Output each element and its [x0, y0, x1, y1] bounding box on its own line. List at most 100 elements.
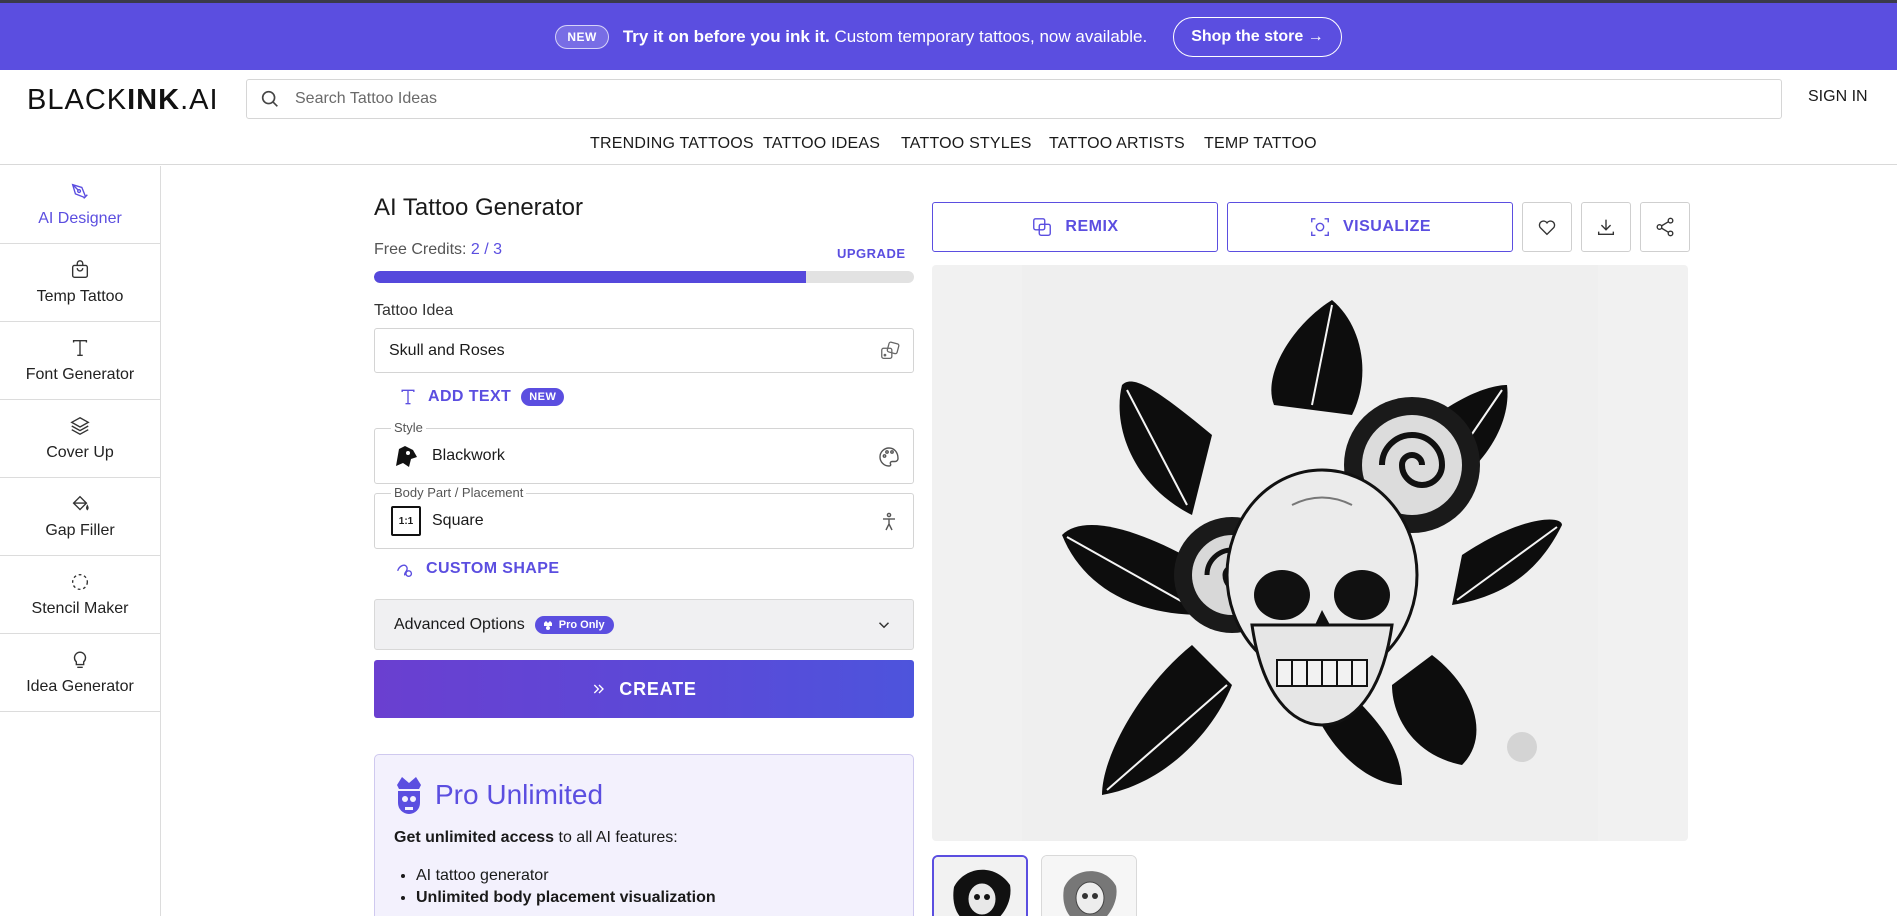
sidebar-item-label: AI Designer: [38, 210, 122, 227]
promo-headline: Try it on before you ink it.: [622, 26, 830, 46]
lightbulb-icon: [73, 651, 87, 669]
new-badge: NEW: [555, 24, 609, 49]
page-title: AI Tattoo Generator: [374, 194, 584, 221]
header: BLACKINK.AI SIGN IN: [0, 70, 1897, 126]
pro-card-title: Pro Unlimited: [435, 779, 604, 810]
remix-label: REMIX: [1065, 218, 1119, 235]
search-bar[interactable]: [246, 79, 1782, 119]
placement-select[interactable]: Body Part / Placement 1:1 Square: [374, 485, 914, 549]
nav-tattoo-artists[interactable]: TATTOO ARTISTS: [1049, 135, 1185, 153]
style-select[interactable]: Style Blackwork: [374, 420, 914, 484]
sidebar-item-font-generator[interactable]: Font Generator: [0, 322, 160, 400]
nav-temp-tattoo[interactable]: TEMP TATTOO: [1204, 135, 1317, 153]
custom-shape-button[interactable]: CUSTOM SHAPE: [394, 558, 559, 580]
tattoo-idea-label: Tattoo Idea: [374, 302, 454, 319]
dashed-circle-icon: [71, 573, 89, 591]
add-text-label: ADD TEXT: [428, 388, 512, 405]
sidebar-item-label: Font Generator: [25, 366, 135, 383]
crown-skull-icon: [543, 620, 552, 630]
double-chevron-right-icon: [594, 684, 605, 694]
variation-thumbnail-2[interactable]: [1041, 855, 1137, 916]
style-legend: Style: [391, 420, 426, 435]
aspect-ratio-thumbnail: 1:1: [391, 506, 421, 536]
create-button[interactable]: CREATE: [374, 660, 914, 718]
remix-icon: [1033, 218, 1052, 236]
main-nav: TRENDING TATTOOS TATTOO IDEAS TATTOO STY…: [0, 126, 1897, 165]
upgrade-link[interactable]: UPGRADE: [837, 246, 906, 261]
remix-button[interactable]: REMIX: [932, 202, 1218, 252]
credits-progress-bar: [374, 271, 914, 283]
pen-nib-icon: [71, 183, 88, 199]
add-text-button[interactable]: ADD TEXT NEW: [398, 387, 565, 407]
logo[interactable]: BLACKINK.AI: [27, 84, 219, 117]
visualize-icon: [1311, 218, 1329, 236]
promo-subtext: Custom temporary tattoos, now available.: [834, 26, 1148, 46]
promo-message: Try it on before you ink it. Custom temp…: [623, 27, 1147, 47]
advanced-options-toggle[interactable]: Advanced Options Pro Only: [374, 599, 914, 650]
new-badge: NEW: [521, 388, 565, 406]
layers-icon: [70, 416, 90, 436]
generated-tattoo-preview[interactable]: [932, 265, 1688, 841]
body-person-icon: [883, 512, 895, 531]
tattoo-idea-value: Skull and Roses: [389, 341, 505, 359]
sidebar-item-label: Cover Up: [46, 444, 114, 461]
pro-only-badge: Pro Only: [534, 615, 614, 634]
share-button[interactable]: [1640, 202, 1690, 252]
list-item: Unlimited body placement visualization: [416, 889, 716, 907]
favorite-button[interactable]: [1522, 202, 1572, 252]
sidebar-item-label: Temp Tattoo: [36, 288, 124, 305]
credits-value: 2 / 3: [470, 241, 503, 258]
credits-progress-fill: [374, 271, 806, 283]
share-icon: [1656, 217, 1674, 237]
palette-icon: [879, 447, 899, 467]
sidebar-item-label: Idea Generator: [26, 678, 134, 695]
paint-bucket-icon: [72, 495, 89, 511]
list-item: AI tattoo generator: [416, 867, 716, 885]
sidebar-item-stencil-maker[interactable]: Stencil Maker: [0, 556, 160, 634]
dice-icon[interactable]: [879, 340, 901, 362]
pro-unlimited-card: Pro Unlimited Get unlimited access to al…: [374, 754, 914, 916]
download-icon: [1597, 219, 1615, 236]
sign-in-link[interactable]: SIGN IN: [1808, 88, 1868, 106]
nav-tattoo-ideas[interactable]: TATTOO IDEAS: [763, 135, 880, 153]
credits-label: Free Credits: 2 / 3: [374, 241, 503, 258]
sidebar-item-temp-tattoo[interactable]: Temp Tattoo: [0, 244, 160, 322]
text-t-icon: [72, 339, 88, 357]
sidebar-item-label: Stencil Maker: [31, 600, 129, 617]
sidebar: AI Designer Temp Tattoo Font Generator C…: [0, 166, 161, 916]
sidebar-item-cover-up[interactable]: Cover Up: [0, 400, 160, 478]
search-input[interactable]: [295, 90, 1695, 108]
promo-banner: NEW Try it on before you ink it. Custom …: [0, 0, 1897, 70]
sidebar-item-label: Gap Filler: [45, 522, 115, 539]
skull-and-roses-image: [1062, 300, 1562, 795]
style-value: Blackwork: [432, 447, 505, 464]
nav-trending-tattoos[interactable]: TRENDING TATTOOS: [590, 135, 754, 153]
shopping-bag-icon: [71, 260, 89, 279]
sidebar-item-ai-designer[interactable]: AI Designer: [0, 166, 160, 244]
pro-card-description: Get unlimited access to all AI features:: [394, 829, 678, 846]
shape-icon: [397, 564, 413, 578]
sidebar-item-idea-generator[interactable]: Idea Generator: [0, 634, 160, 712]
advanced-options-label: Advanced Options: [394, 615, 525, 633]
tattoo-idea-field[interactable]: Skull and Roses: [374, 328, 914, 373]
thumbnail-image: [1042, 856, 1136, 916]
shop-store-button[interactable]: Shop the store →: [1173, 16, 1342, 57]
download-button[interactable]: [1581, 202, 1631, 252]
sidebar-item-gap-filler[interactable]: Gap Filler: [0, 478, 160, 556]
variation-thumbnail-1[interactable]: [932, 855, 1028, 916]
visualize-button[interactable]: VISUALIZE: [1227, 202, 1513, 252]
pro-card-header: Pro Unlimited: [393, 773, 603, 817]
search-icon: [261, 90, 278, 107]
placement-value: Square: [432, 512, 484, 529]
custom-shape-label: CUSTOM SHAPE: [426, 560, 560, 577]
crown-skull-icon: [397, 777, 421, 814]
create-label: CREATE: [619, 678, 697, 699]
text-t-icon: [401, 389, 415, 405]
thumbnail-image: [934, 857, 1026, 916]
blackwork-style-thumbnail: [391, 441, 421, 471]
visualize-label: VISUALIZE: [1342, 218, 1432, 235]
heart-icon: [1538, 220, 1556, 236]
placement-legend: Body Part / Placement: [391, 485, 527, 500]
nav-tattoo-styles[interactable]: TATTOO STYLES: [901, 135, 1032, 153]
chevron-down-icon: [878, 622, 890, 629]
